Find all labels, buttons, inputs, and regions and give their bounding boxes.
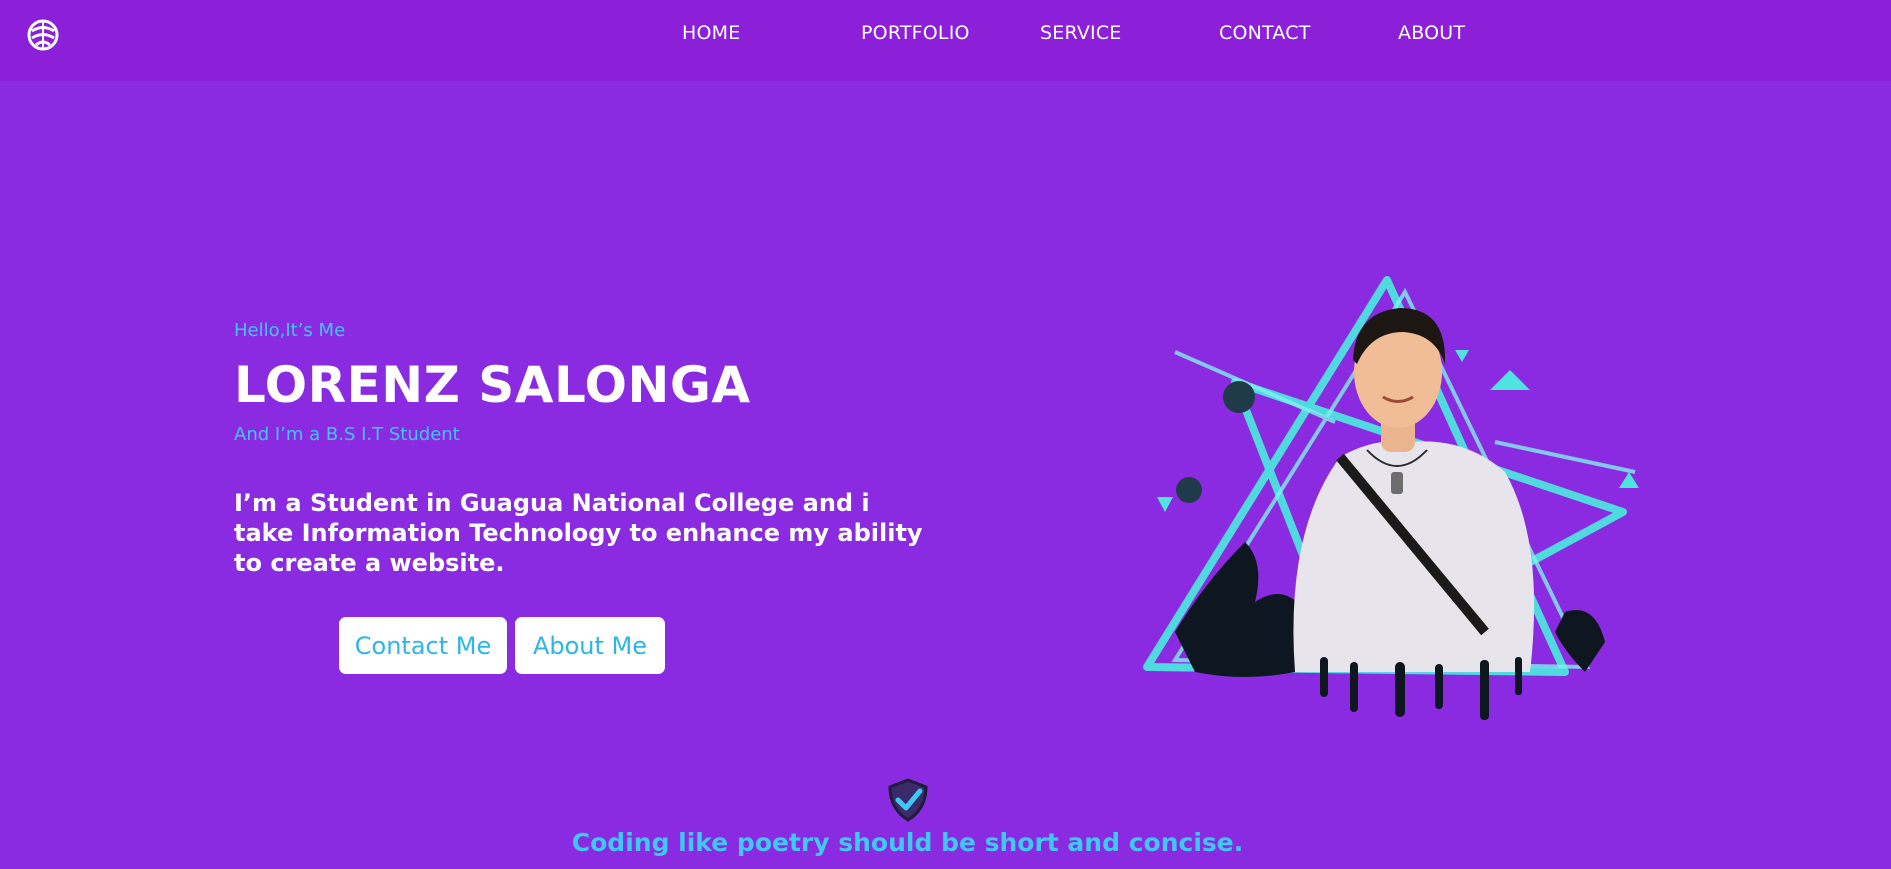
nav-service[interactable]: SERVICE bbox=[1040, 22, 1122, 44]
globe-leaf-logo-icon[interactable] bbox=[26, 18, 60, 52]
hero-name: LORENZ SALONGA bbox=[234, 356, 751, 414]
hero-greeting: Hello,It’s Me bbox=[234, 320, 346, 341]
contact-me-button[interactable]: Contact Me bbox=[339, 617, 507, 674]
dot-shape bbox=[1176, 477, 1202, 503]
hero-bio: I’m a Student in Guagua National College… bbox=[234, 489, 923, 577]
hero-role: And I’m a B.S I.T Student bbox=[234, 424, 460, 445]
footer-quote: Coding like poetry should be short and c… bbox=[571, 828, 1244, 857]
navbar: HOME PORTFOLIO SERVICE CONTACT ABOUT bbox=[0, 0, 1891, 81]
about-me-button[interactable]: About Me bbox=[515, 617, 665, 674]
nav-about[interactable]: ABOUT bbox=[1398, 22, 1465, 44]
neon-shape-small bbox=[1490, 370, 1530, 390]
nav-contact[interactable]: CONTACT bbox=[1219, 22, 1311, 44]
nav-home[interactable]: HOME bbox=[682, 22, 740, 44]
shield-check-icon bbox=[888, 778, 928, 822]
hero-portrait bbox=[1143, 276, 1639, 720]
person-figure bbox=[1293, 308, 1535, 672]
nav-portfolio[interactable]: PORTFOLIO bbox=[861, 22, 970, 44]
